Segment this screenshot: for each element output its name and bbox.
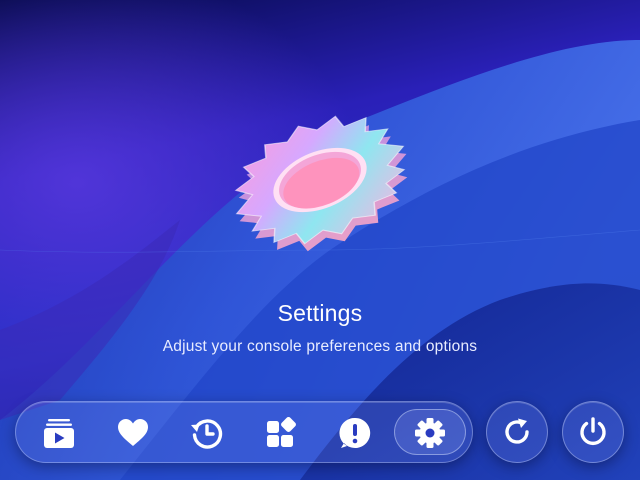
heart-icon	[118, 419, 148, 446]
page-subtitle: Adjust your console preferences and opti…	[162, 338, 478, 355]
dock-item-history[interactable]	[171, 402, 243, 464]
dock-item-apps[interactable]	[245, 402, 317, 464]
power-button[interactable]	[562, 401, 624, 463]
refresh-button[interactable]	[486, 401, 548, 463]
dock-item-notifications[interactable]	[319, 402, 391, 464]
page-title: Settings	[277, 300, 363, 326]
power-icon	[580, 417, 606, 446]
dock-item-media[interactable]	[23, 402, 95, 464]
history-icon	[191, 419, 223, 449]
gear-icon	[415, 418, 445, 448]
media-library-icon	[44, 419, 74, 448]
dock-item-favorites[interactable]	[97, 402, 169, 464]
dock-item-settings[interactable]	[390, 402, 466, 464]
refresh-icon	[505, 418, 529, 444]
hero-gear-icon	[215, 98, 425, 263]
alert-icon	[339, 417, 371, 448]
apps-grid-icon	[267, 417, 296, 447]
main-dock	[15, 401, 473, 463]
